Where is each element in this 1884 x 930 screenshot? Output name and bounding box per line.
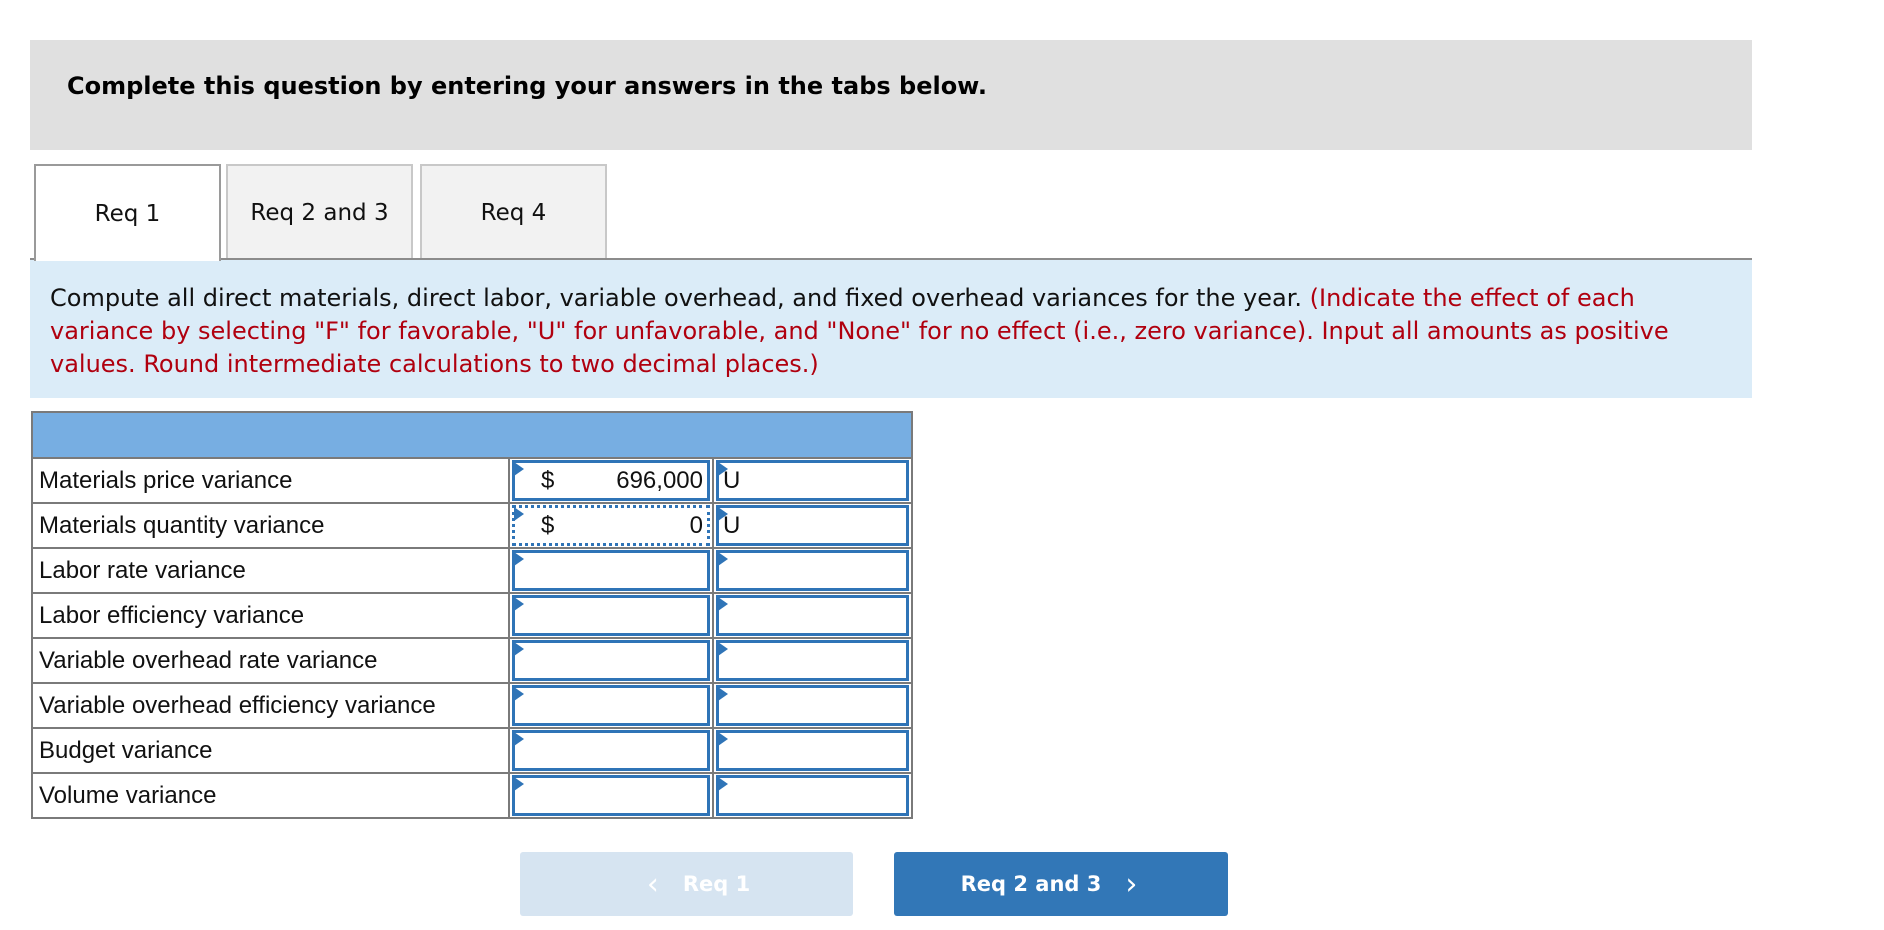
currency-symbol: $ [541, 466, 555, 494]
amount-input[interactable]: $696,000 [512, 460, 710, 501]
variance-label: Labor rate variance [31, 547, 510, 594]
table-header-row [30, 411, 914, 459]
variance-label: Variable overhead efficiency variance [31, 682, 510, 729]
amount-input[interactable] [512, 595, 710, 636]
dropdown-marker-icon [718, 552, 728, 566]
amount-input[interactable] [512, 685, 710, 726]
amount-cell [508, 772, 714, 819]
effect-cell [711, 547, 914, 594]
dropdown-marker-icon [718, 777, 728, 791]
table-row: Variable overhead rate variance [31, 637, 914, 684]
effect-value: U [723, 511, 741, 539]
effect-cell: U [711, 502, 914, 549]
dropdown-marker-icon [718, 732, 728, 746]
input-marker-icon [514, 462, 524, 476]
effect-cell [711, 682, 914, 729]
banner-title: Complete this question by entering your … [67, 72, 987, 100]
variance-label: Variable overhead rate variance [31, 637, 510, 684]
effect-select[interactable]: U [716, 505, 910, 546]
table-row: Labor rate variance [31, 547, 914, 594]
dropdown-marker-icon [718, 642, 728, 656]
dropdown-marker-icon [718, 687, 728, 701]
effect-cell [711, 637, 914, 684]
tab-divider [30, 258, 1752, 260]
chevron-right-icon: › [1125, 866, 1138, 902]
amount-value: 696,000 [616, 466, 703, 494]
amount-cell [508, 547, 714, 594]
effect-value: U [723, 466, 741, 494]
prev-button-label: Req 1 [682, 872, 751, 896]
input-marker-icon [514, 642, 524, 656]
tab-req-1[interactable]: Req 1 [34, 164, 221, 261]
input-marker-icon [514, 552, 524, 566]
amount-input[interactable]: $0 [512, 505, 710, 546]
amount-input[interactable] [512, 550, 710, 591]
instructions-banner: Complete this question by entering your … [30, 40, 1752, 150]
currency-symbol: $ [541, 511, 555, 539]
amount-input[interactable] [512, 640, 710, 681]
amount-cell [508, 727, 714, 774]
table-row: Materials price variance $696,000 U [31, 457, 914, 504]
input-marker-icon [514, 597, 524, 611]
next-req-2-and-3-button[interactable]: Req 2 and 3 › [894, 852, 1228, 916]
effect-select[interactable] [716, 685, 910, 726]
tab-req-4[interactable]: Req 4 [420, 164, 607, 259]
amount-cell: $696,000 [508, 457, 714, 504]
tab-req-2-and-3[interactable]: Req 2 and 3 [226, 164, 413, 259]
question-prompt: Compute all direct materials, direct lab… [30, 260, 1752, 398]
table-row: Variable overhead efficiency variance [31, 682, 914, 729]
input-marker-icon [514, 777, 524, 791]
effect-select[interactable] [716, 730, 910, 771]
input-marker-icon [514, 687, 524, 701]
variance-label: Materials quantity variance [31, 502, 510, 549]
effect-select[interactable]: U [716, 460, 910, 501]
table-row: Volume variance [31, 772, 914, 819]
effect-cell: U [711, 457, 914, 504]
effect-select[interactable] [716, 775, 910, 816]
amount-input[interactable] [512, 730, 710, 771]
input-marker-icon [514, 732, 524, 746]
variance-label: Labor efficiency variance [31, 592, 510, 639]
amount-value: 0 [689, 511, 703, 539]
amount-cell [508, 682, 714, 729]
prev-req-1-button[interactable]: ‹ Req 1 [520, 852, 853, 916]
table-row: Budget variance [31, 727, 914, 774]
amount-cell [508, 637, 714, 684]
effect-select[interactable] [716, 595, 910, 636]
variance-label: Materials price variance [31, 457, 510, 504]
next-button-label: Req 2 and 3 [960, 872, 1102, 896]
dropdown-marker-icon [718, 597, 728, 611]
prompt-text: Compute all direct materials, direct lab… [50, 284, 1310, 312]
table-row: Labor efficiency variance [31, 592, 914, 639]
effect-cell [711, 592, 914, 639]
variance-label: Budget variance [31, 727, 510, 774]
amount-input[interactable] [512, 775, 710, 816]
amount-cell: $0 [508, 502, 714, 549]
effect-select[interactable] [716, 550, 910, 591]
table-row: Materials quantity variance $0 U [31, 502, 914, 549]
variance-label: Volume variance [31, 772, 510, 819]
table-header [30, 411, 914, 459]
variance-table: Materials price variance $696,000 U Materia… [30, 411, 914, 819]
effect-cell [711, 772, 914, 819]
effect-select[interactable] [716, 640, 910, 681]
chevron-left-icon: ‹ [646, 866, 659, 902]
effect-cell [711, 727, 914, 774]
input-marker-icon [514, 507, 524, 521]
amount-cell [508, 592, 714, 639]
